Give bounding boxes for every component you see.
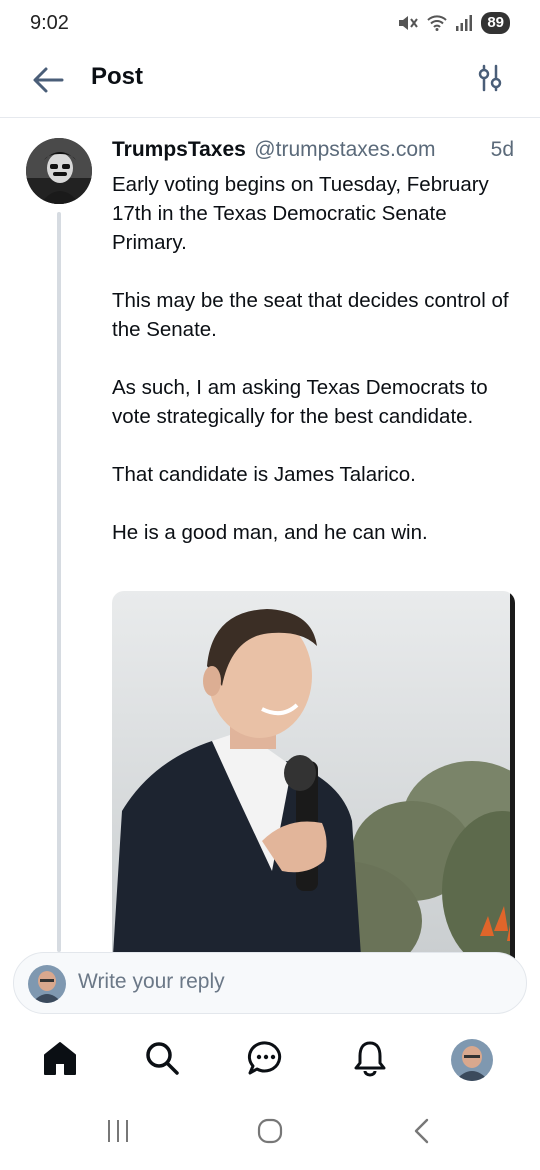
home-circle-icon [256, 1117, 284, 1150]
wifi-icon [427, 15, 448, 31]
tab-notifications[interactable] [348, 1038, 392, 1082]
author-name[interactable]: TrumpsTaxes [112, 138, 246, 161]
sliders-icon [477, 64, 503, 97]
tab-profile[interactable] [450, 1038, 494, 1082]
post-meta: TrumpsTaxes @trumpstaxes.com 5d [112, 138, 516, 166]
thread-options-button[interactable] [470, 60, 510, 100]
post-paragraph: As such, I am asking Texas Democrats to … [112, 376, 488, 428]
top-header: Post [0, 48, 540, 118]
system-home-button[interactable] [250, 1118, 290, 1148]
system-navigation-bar [0, 1100, 540, 1170]
post-age: 5d [490, 138, 514, 161]
chat-icon [247, 1039, 285, 1082]
search-icon [143, 1039, 181, 1082]
back-chevron-icon [411, 1117, 433, 1150]
post-image[interactable] [112, 591, 515, 971]
system-back-button[interactable] [402, 1118, 442, 1148]
author-handle[interactable]: @trumpstaxes.com [254, 138, 435, 161]
recents-icon [105, 1118, 131, 1149]
post-paragraph: This may be the seat that decides contro… [112, 289, 509, 341]
status-icons: 89 [397, 12, 510, 34]
bell-icon [351, 1039, 389, 1082]
tab-messages[interactable] [244, 1038, 288, 1082]
reply-input[interactable]: Write your reply [13, 952, 527, 1014]
tab-search[interactable] [140, 1038, 184, 1082]
post-paragraph: That candidate is James Talarico. [112, 463, 416, 486]
battery-indicator: 89 [481, 12, 510, 34]
status-time: 9:02 [30, 12, 69, 34]
mute-icon [397, 14, 419, 32]
reply-placeholder: Write your reply [78, 970, 225, 993]
profile-avatar [451, 1039, 493, 1081]
status-bar: 9:02 89 [0, 0, 540, 48]
author-avatar[interactable] [26, 138, 92, 204]
recents-button[interactable] [98, 1118, 138, 1148]
post-paragraph: He is a good man, and he can win. [112, 521, 428, 544]
home-icon [41, 1039, 79, 1082]
page-title: Post [91, 63, 144, 90]
arrow-left-icon [32, 66, 64, 99]
user-avatar [28, 965, 66, 1003]
thread-line [57, 212, 61, 952]
bottom-tab-bar [0, 1020, 540, 1100]
signal-icon [455, 15, 473, 31]
post-paragraph: Early voting begins on Tuesday, February… [112, 173, 489, 254]
tab-home[interactable] [38, 1038, 82, 1082]
back-button[interactable] [28, 62, 68, 102]
post-body: Early voting begins on Tuesday, February… [112, 170, 522, 547]
